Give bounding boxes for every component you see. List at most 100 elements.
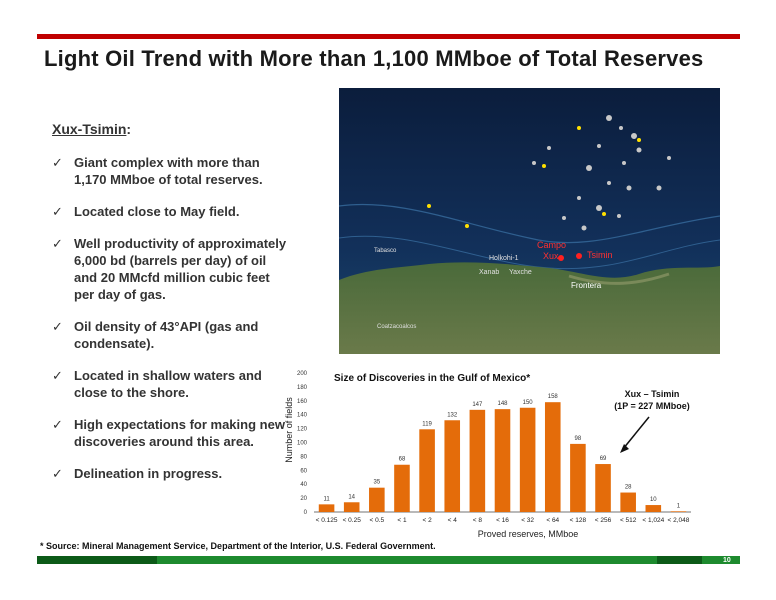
bar-value-label: 98 bbox=[575, 436, 582, 442]
bullet-list: ✓ Giant complex with more than 1,170 MMbo… bbox=[52, 154, 292, 482]
bar bbox=[595, 464, 611, 512]
footer-bar-segment bbox=[657, 556, 702, 564]
y-tick-label: 140 bbox=[297, 413, 308, 419]
title-rule bbox=[37, 34, 740, 39]
bullet-text: Delineation in progress. bbox=[74, 466, 223, 481]
bar bbox=[369, 487, 385, 512]
map-label-frontera: Frontera bbox=[571, 281, 602, 290]
bar bbox=[645, 505, 662, 512]
bar-value-label: 132 bbox=[447, 412, 458, 418]
y-tick-label: 200 bbox=[297, 371, 308, 377]
bullet-item: ✓ High expectations for making new discov… bbox=[52, 416, 292, 450]
bar bbox=[394, 464, 410, 512]
bar-value-label: 35 bbox=[373, 480, 380, 486]
bar-value-label: 119 bbox=[422, 421, 432, 427]
check-icon: ✓ bbox=[52, 368, 63, 383]
x-tick-label: < 0.125 bbox=[316, 517, 338, 524]
bullet-text: Located close to May field. bbox=[74, 204, 240, 219]
bar-chart-svg: Size of Discoveries in the Gulf of Mexic… bbox=[284, 371, 691, 539]
bar-value-label: 1 bbox=[677, 503, 681, 509]
bar bbox=[494, 409, 511, 512]
y-tick-label: 120 bbox=[297, 427, 308, 433]
bar bbox=[469, 409, 486, 512]
bullet-text: Located in shallow waters and close to t… bbox=[74, 368, 262, 400]
x-tick-label: < 0.5 bbox=[370, 517, 385, 524]
bullet-text: High expectations for making new discove… bbox=[74, 417, 285, 449]
check-icon: ✓ bbox=[52, 236, 63, 251]
y-tick-label: 160 bbox=[297, 399, 308, 405]
map-label-xux: Xux bbox=[543, 251, 559, 261]
bullet-item: ✓ Delineation in progress. bbox=[52, 465, 292, 482]
y-tick-label: 60 bbox=[300, 468, 307, 474]
bar-value-label: 68 bbox=[399, 457, 406, 463]
y-tick-label: 80 bbox=[300, 454, 307, 460]
section-heading-colon: : bbox=[126, 121, 132, 137]
x-tick-label: < 1 bbox=[397, 517, 407, 524]
y-tick-label: 20 bbox=[300, 496, 307, 502]
x-tick-label: < 8 bbox=[473, 517, 483, 524]
chart-title: Size of Discoveries in the Gulf of Mexic… bbox=[334, 373, 530, 384]
source-footnote: * Source: Mineral Management Service, De… bbox=[40, 541, 436, 551]
bar bbox=[419, 429, 435, 512]
bar bbox=[544, 402, 561, 512]
check-icon: ✓ bbox=[52, 466, 63, 481]
map-label-campo: Campo bbox=[537, 240, 566, 250]
x-tick-label: < 1,024 bbox=[642, 517, 664, 524]
x-tick-label: < 2 bbox=[422, 517, 432, 524]
bar bbox=[570, 443, 586, 512]
bar bbox=[343, 502, 360, 512]
bar bbox=[670, 511, 687, 512]
x-tick-label: < 256 bbox=[595, 517, 612, 524]
bar-value-label: 14 bbox=[348, 494, 355, 500]
footer-bar-segment bbox=[37, 556, 157, 564]
check-icon: ✓ bbox=[52, 417, 63, 432]
bullet-item: ✓ Well productivity of approximately 6,00… bbox=[52, 235, 292, 303]
check-icon: ✓ bbox=[52, 155, 63, 170]
y-tick-label: 100 bbox=[297, 441, 308, 447]
section-heading-text: Xux-Tsimin bbox=[52, 121, 127, 137]
x-tick-label: < 16 bbox=[496, 517, 509, 524]
bullet-text: Giant complex with more than 1,170 MMboe… bbox=[74, 155, 263, 187]
bar-chart: Size of Discoveries in the Gulf of Mexic… bbox=[279, 363, 719, 543]
map-label-tabasco: Tabasco bbox=[374, 248, 397, 254]
satellite-map: Campo Xux Tsimin Holkohi-1 Xanab Yaxche … bbox=[339, 88, 720, 354]
y-tick-label: 40 bbox=[300, 482, 307, 488]
map-graphic: Campo Xux Tsimin Holkohi-1 Xanab Yaxche … bbox=[339, 88, 720, 354]
bar-value-label: 28 bbox=[625, 485, 632, 491]
bar bbox=[444, 420, 461, 512]
annotation-arrow bbox=[622, 416, 650, 450]
bar bbox=[620, 492, 636, 512]
map-label-holkohi: Holkohi-1 bbox=[489, 255, 519, 262]
map-label-tsimin: Tsimin bbox=[587, 250, 613, 260]
bar-value-label: 150 bbox=[523, 400, 534, 406]
bullet-item: ✓ Giant complex with more than 1,170 MMbo… bbox=[52, 154, 292, 188]
bullet-text: Well productivity of approximately 6,000… bbox=[74, 236, 287, 302]
bar bbox=[519, 407, 536, 512]
y-tick-label: 0 bbox=[304, 510, 308, 516]
x-tick-label: < 32 bbox=[521, 517, 534, 524]
bar-value-label: 148 bbox=[497, 401, 508, 407]
annotation-line2: (1P = 227 MMboe) bbox=[614, 401, 690, 411]
bullet-text: Oil density of 43°API (gas and condensat… bbox=[74, 319, 259, 351]
section-heading: Xux-Tsimin: bbox=[52, 121, 131, 137]
slide-title: Light Oil Trend with More than 1,100 MMb… bbox=[44, 46, 704, 71]
map-label-xanab: Xanab bbox=[479, 269, 499, 276]
x-tick-label: < 512 bbox=[620, 517, 637, 524]
x-tick-label: < 128 bbox=[570, 517, 587, 524]
bar bbox=[318, 504, 335, 512]
map-label-yaxche: Yaxche bbox=[509, 269, 532, 276]
x-tick-label: < 2,048 bbox=[667, 517, 689, 524]
footer-bar bbox=[37, 556, 740, 564]
annotation-line1: Xux – Tsimin bbox=[625, 389, 680, 399]
x-tick-label: < 4 bbox=[448, 517, 458, 524]
bullet-item: ✓ Located close to May field. bbox=[52, 203, 292, 220]
x-tick-label: < 64 bbox=[546, 517, 559, 524]
bar-value-label: 69 bbox=[600, 456, 607, 462]
tsimin-marker bbox=[576, 253, 582, 259]
page-number: 10 bbox=[723, 557, 731, 564]
bar-value-label: 158 bbox=[548, 394, 559, 400]
bar-value-label: 10 bbox=[650, 497, 657, 503]
arrow-head-icon bbox=[620, 444, 629, 453]
chart-y-axis-label: Number of fields bbox=[284, 397, 294, 463]
check-icon: ✓ bbox=[52, 204, 63, 219]
